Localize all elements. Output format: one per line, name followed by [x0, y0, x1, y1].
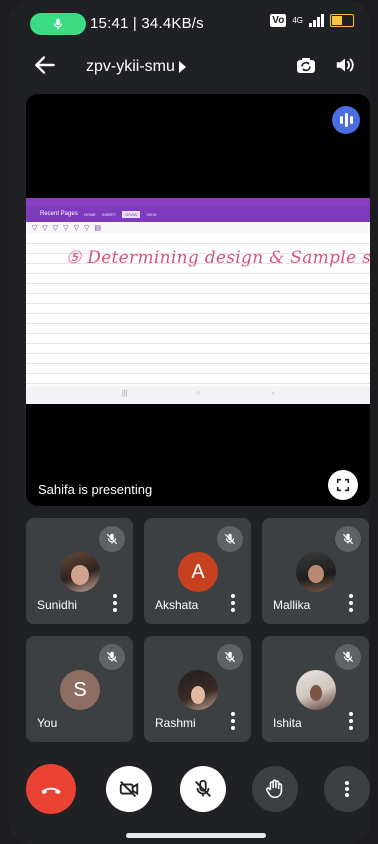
end-call-button[interactable] — [26, 764, 76, 814]
avatar — [178, 670, 218, 710]
signal-strength-icon — [309, 14, 324, 27]
more-options-icon — [345, 781, 349, 797]
camera-toggle-button[interactable] — [106, 766, 152, 812]
pen-icon: ▽ — [83, 225, 90, 232]
back-arrow-icon[interactable] — [32, 52, 58, 78]
presentation-tile[interactable]: Recent Pages HOME INSERT DRAW VIEW ▽ ▽ ▽… — [26, 94, 370, 506]
participant-tile[interactable]: A Akshata — [144, 518, 251, 624]
pen-icon: ▽ — [42, 225, 48, 232]
avatar — [60, 552, 100, 592]
shared-pen-toolbar: ▽ ▽ ▽ ▽ ▽ ▽ ▤ — [26, 222, 370, 234]
participant-tile[interactable]: Ishita — [262, 636, 369, 742]
more-options-button[interactable] — [324, 766, 370, 812]
mic-off-icon — [335, 644, 361, 670]
participant-name: Akshata — [155, 598, 199, 612]
volte-icon: Vo — [270, 14, 287, 27]
recents-icon: ||| — [122, 390, 128, 397]
audio-level-icon — [332, 106, 360, 134]
battery-icon — [330, 14, 354, 27]
raise-hand-icon — [265, 779, 283, 799]
camera-off-icon — [119, 781, 139, 797]
participant-tile[interactable]: Sunidhi — [26, 518, 133, 624]
system-indicators: Vo 4G — [270, 14, 354, 27]
shared-screen: Recent Pages HOME INSERT DRAW VIEW ▽ ▽ ▽… — [26, 198, 370, 404]
mic-off-icon — [217, 644, 243, 670]
participant-name: Ishita — [273, 716, 302, 730]
home-icon: ○ — [196, 390, 201, 397]
mic-off-icon — [99, 526, 125, 552]
meeting-code[interactable]: zpv-ykii-smu — [86, 58, 175, 76]
shared-app-header: Recent Pages HOME INSERT DRAW VIEW — [26, 206, 370, 222]
more-options-icon[interactable] — [231, 594, 235, 612]
avatar: S — [60, 670, 100, 710]
mic-off-icon — [195, 779, 211, 797]
chevron-right-icon[interactable] — [179, 61, 186, 73]
switch-camera-icon[interactable] — [294, 54, 318, 78]
microphone-icon — [53, 18, 63, 30]
network-type: 4G — [292, 16, 303, 25]
shared-tab-home: HOME — [83, 211, 96, 217]
fullscreen-icon — [336, 478, 350, 492]
home-gesture-bar[interactable] — [126, 833, 266, 838]
fullscreen-button[interactable] — [328, 470, 358, 500]
more-options-icon[interactable] — [349, 594, 353, 612]
clock-and-speed: 15:41 | 34.4KB/s — [90, 15, 204, 32]
more-options-icon[interactable] — [231, 712, 235, 730]
raise-hand-button[interactable] — [252, 766, 298, 812]
participant-name: Mallika — [273, 598, 311, 612]
participant-name: Sunidhi — [37, 598, 78, 612]
shared-status-bar — [26, 198, 370, 206]
avatar — [296, 552, 336, 592]
pen-icon: ▽ — [73, 225, 79, 232]
mic-off-icon — [217, 526, 243, 552]
phone-screen: 15:41 | 34.4KB/s Vo 4G zpv-ykii-smu Rece… — [8, 0, 370, 844]
more-options-icon[interactable] — [349, 712, 353, 730]
more-options-icon[interactable] — [113, 594, 117, 612]
participant-tile[interactable]: Mallika — [262, 518, 369, 624]
participant-tile[interactable]: Rashmi — [144, 636, 251, 742]
ruled-notebook-page: ⑤ Determining design & Sample size :- — [26, 234, 370, 386]
participant-name: Rashmi — [155, 716, 196, 730]
status-bar: 15:41 | 34.4KB/s Vo 4G — [8, 0, 370, 46]
shared-app-title: Recent Pages — [40, 211, 78, 217]
shared-tab-insert: INSERT — [101, 211, 117, 217]
pen-icon: ▽ — [52, 225, 59, 232]
handwritten-note: ⑤ Determining design & Sample size :- — [66, 248, 370, 268]
participant-name: You — [37, 716, 58, 730]
presenter-label: Sahifa is presenting — [38, 482, 153, 497]
meeting-app-bar: zpv-ykii-smu — [8, 46, 370, 86]
microphone-toggle-button[interactable] — [180, 766, 226, 812]
shared-tab-view: VIEW — [146, 211, 157, 217]
avatar: A — [178, 552, 218, 592]
pen-icon: ▽ — [63, 225, 69, 232]
mic-off-icon — [99, 644, 125, 670]
shared-tab-draw: DRAW — [122, 210, 141, 218]
shared-nav-bar: ||| ○ ‹ — [26, 386, 370, 404]
mic-off-icon — [335, 526, 361, 552]
ongoing-call-chip[interactable] — [30, 13, 86, 35]
participant-tile-self[interactable]: S You — [26, 636, 133, 742]
pen-icon: ▽ — [32, 225, 38, 232]
speaker-icon[interactable] — [334, 54, 356, 76]
back-icon: ‹ — [272, 390, 275, 397]
end-call-icon — [41, 787, 61, 795]
eraser-icon: ▤ — [94, 225, 101, 232]
avatar — [296, 670, 336, 710]
